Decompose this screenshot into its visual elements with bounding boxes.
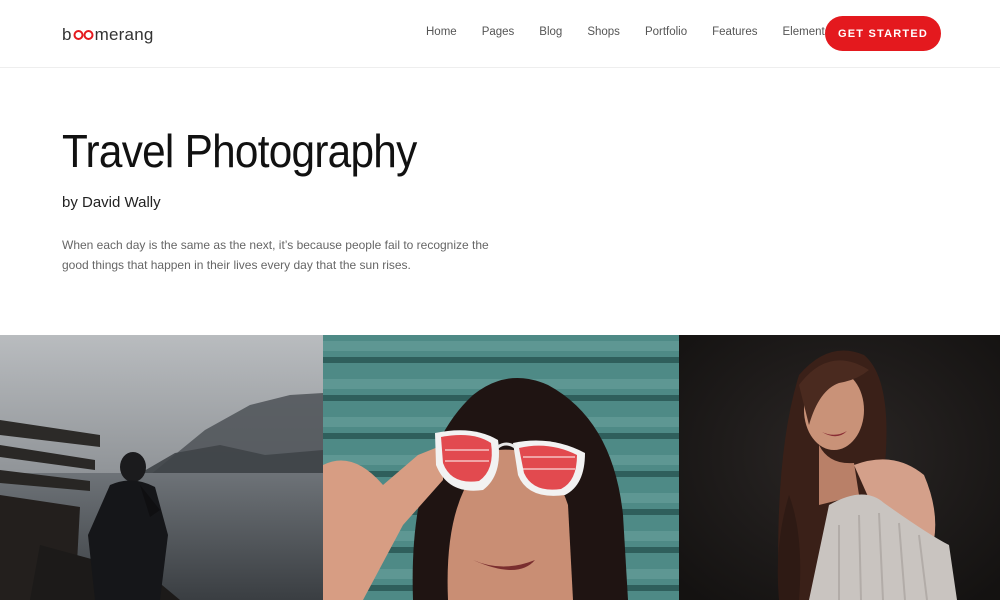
nav-pages[interactable]: Pages (482, 26, 515, 38)
nav-features[interactable]: Features (712, 26, 757, 38)
main-nav: Home Pages Blog Shops Portfolio Features… (426, 26, 830, 38)
lake-photo-image (0, 335, 323, 600)
nav-portfolio[interactable]: Portfolio (645, 26, 687, 38)
logo[interactable]: b merang (62, 24, 154, 46)
sunglasses-photo-image (323, 335, 679, 600)
nav-home[interactable]: Home (426, 26, 457, 38)
gallery-photo-sunglasses[interactable] (323, 335, 679, 600)
photo-gallery (0, 335, 1000, 600)
page-title: Travel Photography (62, 125, 417, 177)
nav-elements[interactable]: Elements (783, 26, 831, 38)
gallery-photo-portrait[interactable] (679, 335, 1000, 600)
nav-shops[interactable]: Shops (587, 26, 620, 38)
site-header: b merang Home Pages Blog Shops Portfolio… (0, 0, 1000, 68)
hero-description: When each day is the same as the next, i… (62, 238, 489, 272)
get-started-button[interactable]: GET STARTED (825, 16, 941, 51)
logo-text-prefix: b (62, 25, 72, 44)
portrait-photo-image (679, 335, 1000, 600)
nav-blog[interactable]: Blog (539, 26, 562, 38)
infinity-icon (73, 30, 94, 40)
logo-text-suffix: merang (94, 25, 154, 44)
gallery-photo-lake[interactable] (0, 335, 323, 600)
author-byline: by David Wally (62, 194, 161, 211)
